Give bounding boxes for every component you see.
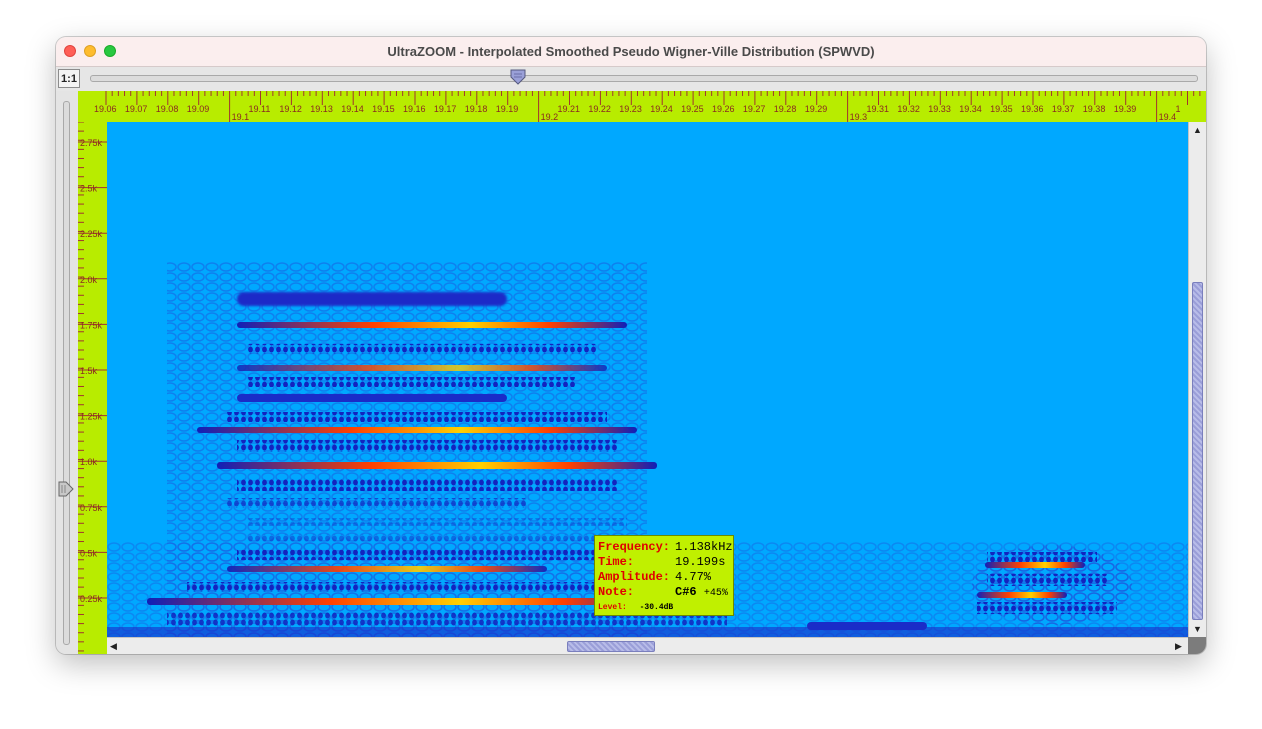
frequency-value: 1.138kHz — [675, 540, 733, 554]
frequency-label: Frequency: — [598, 540, 671, 554]
frequency-tick-label: 0.25k — [80, 594, 103, 604]
time-tick-label: 19.15 — [372, 104, 395, 114]
time-tick-label: 19.19 — [496, 104, 519, 114]
zoom-toolbar: 1:1 — [56, 67, 1206, 92]
time-tick-label: 19.14 — [341, 104, 364, 114]
frequency-tick-label: 1.5k — [80, 366, 98, 376]
time-tick-label: 19.37 — [1052, 104, 1075, 114]
horizontal-scrollbar[interactable]: ◀ ▶ — [107, 637, 1188, 654]
time-tick-label: 19.25 — [681, 104, 704, 114]
time-ruler-ticks: 19.06 19.07 19.08 19.09 19.11 19.12 19.13 19.14… — [94, 91, 1201, 122]
frequency-tick-label: 0.75k — [80, 503, 103, 513]
time-tick-label: 19.08 — [156, 104, 179, 114]
time-tick-label: 19.12 — [279, 104, 302, 114]
triangle-up-icon[interactable]: ▲ — [1193, 125, 1202, 135]
tooltip-amplitude-row: Amplitude: 4.77% — [598, 570, 711, 584]
note-cents: +45% — [703, 588, 728, 599]
time-tick-label: 19.21 — [558, 104, 581, 114]
vertical-scrollbar[interactable]: ▲ ▼ — [1188, 122, 1206, 637]
time-tick-label: 19.39 — [1114, 104, 1137, 114]
time-tick-label: 19.27 — [743, 104, 766, 114]
horizontal-scroll-thumb[interactable] — [567, 641, 655, 652]
time-tick-label: 19.35 — [990, 104, 1013, 114]
triangle-right-icon[interactable]: ▶ — [1175, 641, 1182, 651]
note-label: Note: — [598, 585, 635, 599]
vertical-zoom-slider[interactable] — [56, 91, 78, 654]
vertical-zoom-track[interactable] — [63, 101, 70, 645]
tooltip-note-row: Note: C#6 +45% — [598, 585, 728, 599]
time-tick-label: 19.18 — [465, 104, 488, 114]
time-tick-label: 19.33 — [928, 104, 951, 114]
time-tick-label: 19.11 — [249, 104, 271, 114]
time-tick-label: 19.22 — [588, 104, 611, 114]
time-tick-label: 19.31 — [867, 104, 890, 114]
level-value: -30.4dB — [639, 603, 674, 612]
frequency-tick-label: 2.0k — [80, 275, 98, 285]
spectrogram-view[interactable]: Frequency: 1.138kHz Time: 19.199s Amplit… — [107, 122, 1188, 637]
note-value: C#6 — [675, 585, 697, 599]
time-tick-label: 19.34 — [959, 104, 982, 114]
horizontal-zoom-thumb-icon[interactable] — [510, 69, 526, 85]
triangle-left-icon[interactable]: ◀ — [110, 641, 117, 651]
amplitude-label: Amplitude: — [598, 570, 671, 584]
title-bar: UltraZOOM - Interpolated Smoothed Pseudo… — [56, 37, 1206, 67]
time-tick-label: 19.24 — [650, 104, 673, 114]
vertical-zoom-thumb-icon[interactable] — [58, 481, 74, 497]
frequency-tick-label: 2.25k — [80, 229, 103, 239]
horizontal-zoom-slider[interactable] — [90, 75, 1198, 82]
frequency-tick-label: 2.5k — [80, 184, 98, 194]
time-tick-label: 19.28 — [774, 104, 797, 114]
measurement-tooltip: Frequency: 1.138kHz Time: 19.199s Amplit… — [594, 535, 734, 616]
time-major-label: 19.2 — [541, 112, 559, 122]
time-major-label: 19.3 — [850, 112, 868, 122]
scroll-corner — [1188, 637, 1206, 654]
amplitude-value: 4.77% — [675, 570, 712, 584]
window-title: UltraZOOM - Interpolated Smoothed Pseudo… — [387, 44, 875, 59]
time-tick-label: 19.29 — [805, 104, 828, 114]
app-window: UltraZOOM - Interpolated Smoothed Pseudo… — [56, 37, 1206, 654]
time-value: 19.199s — [675, 555, 726, 569]
time-tick-label: 19.38 — [1083, 104, 1106, 114]
frequency-ruler-ticks: 2.75k 2.5k 2.25k 2.0k 1.75k 1.5k 1.25k 1.0k 0.75… — [78, 121, 107, 652]
time-tick-label: 19.26 — [712, 104, 735, 114]
time-tick-label: 1 — [1176, 104, 1181, 114]
time-tick-label: 19.07 — [125, 104, 148, 114]
time-tick-label: 19.06 — [94, 104, 117, 114]
time-tick-label: 19.23 — [619, 104, 642, 114]
frequency-tick-label: 2.75k — [80, 138, 103, 148]
time-label: Time: — [598, 555, 635, 569]
frequency-tick-label: 1.25k — [80, 412, 103, 422]
time-tick-label: 19.17 — [434, 104, 457, 114]
tooltip-time-row: Time: 19.199s — [598, 555, 725, 569]
time-tick-label: 19.36 — [1021, 104, 1044, 114]
time-tick-label: 19.13 — [310, 104, 333, 114]
frequency-tick-label: 1.75k — [80, 320, 103, 330]
triangle-down-icon[interactable]: ▼ — [1193, 624, 1202, 634]
time-major-label: 19.1 — [232, 112, 250, 122]
time-tick-label: 19.09 — [187, 104, 210, 114]
frequency-tick-label: 1.0k — [80, 457, 98, 467]
tooltip-frequency-row: Frequency: 1.138kHz — [598, 540, 733, 554]
frequency-tick-label: 0.5k — [80, 548, 98, 558]
time-major-label: 19.4 — [1159, 112, 1177, 122]
zoom-reset-button[interactable]: 1:1 — [58, 69, 80, 88]
tooltip-level-row: Level: -30.4dB — [598, 603, 673, 612]
time-ruler: 19.06 19.07 19.08 19.09 19.11 19.12 19.13 19.14… — [78, 91, 1206, 122]
vertical-scroll-thumb[interactable] — [1192, 282, 1203, 620]
level-label: Level: — [598, 603, 627, 612]
time-tick-label: 19.16 — [403, 104, 426, 114]
frequency-ruler: 2.75k 2.5k 2.25k 2.0k 1.75k 1.5k 1.25k 1.0k 0.75… — [78, 121, 107, 654]
time-tick-label: 19.32 — [897, 104, 920, 114]
